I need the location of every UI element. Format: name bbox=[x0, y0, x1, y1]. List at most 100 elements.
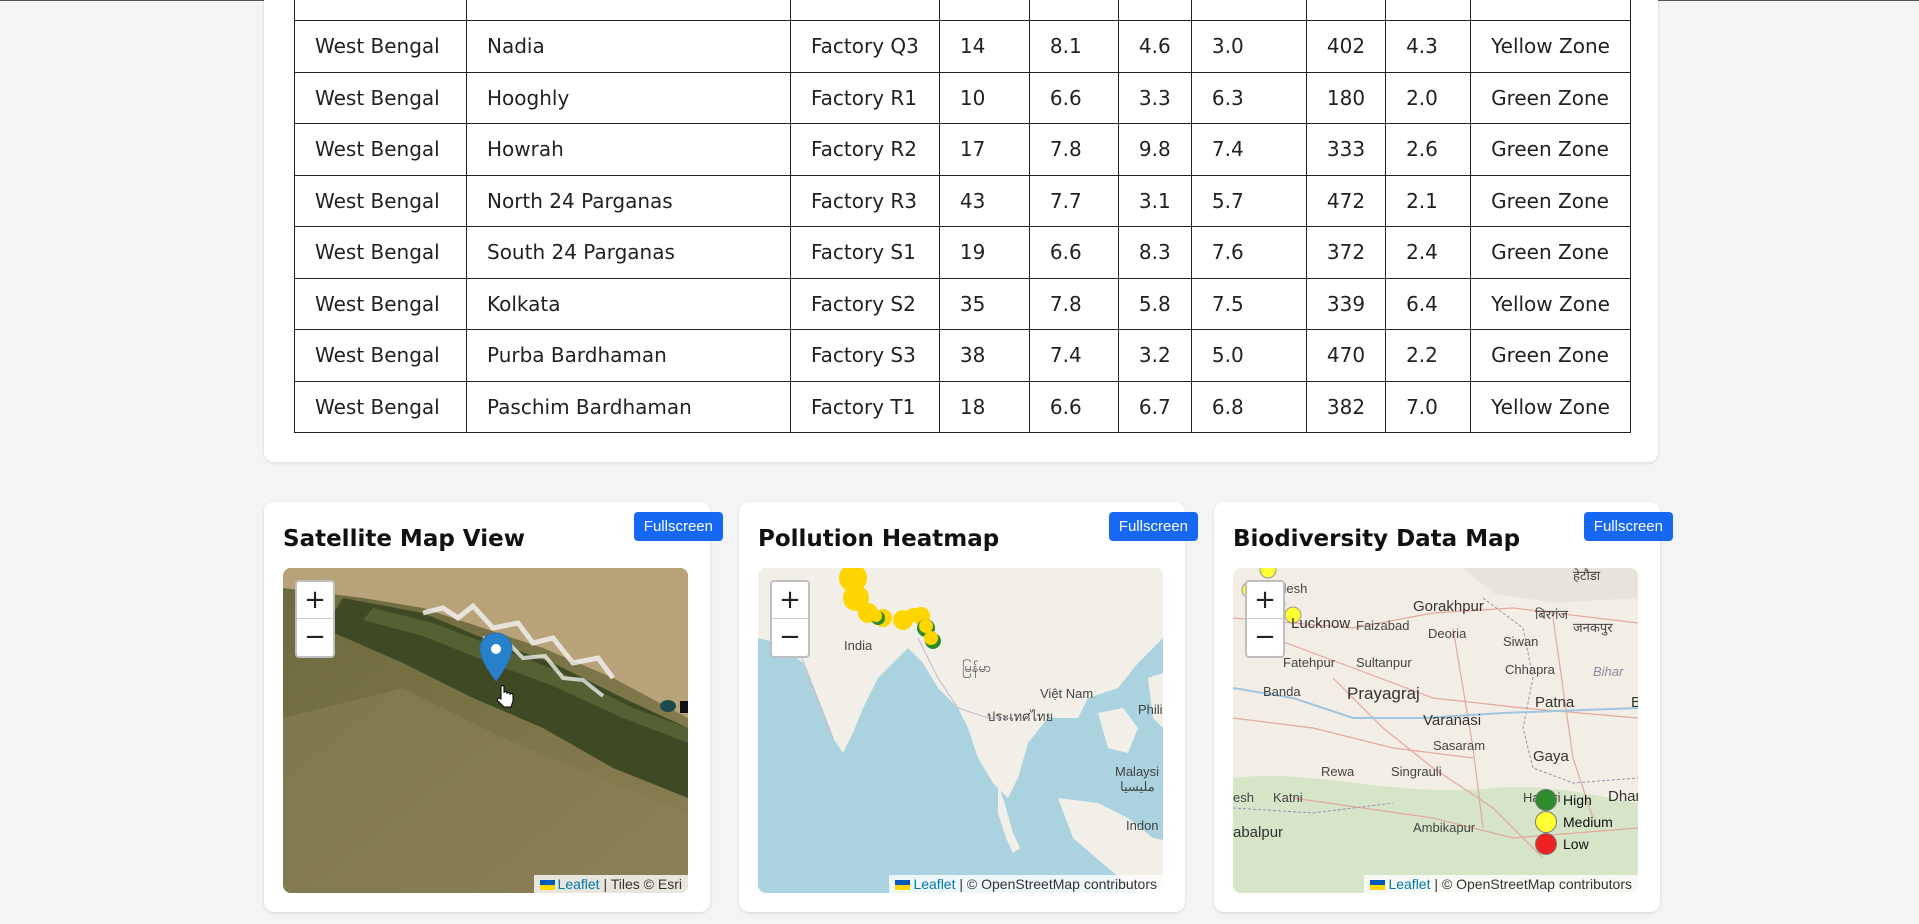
satellite-fullscreen-button[interactable]: Fullscreen bbox=[633, 512, 723, 541]
table-cell: 3.2 bbox=[1117, 329, 1192, 382]
map-label-faizabad: Faizabad bbox=[1356, 618, 1410, 633]
table-cell: Purba Bardhaman bbox=[466, 329, 791, 382]
table-cell: Murshidabad bbox=[466, 0, 791, 21]
map-label-katni: Katni bbox=[1273, 790, 1303, 805]
table-cell: 7.4 bbox=[1190, 123, 1307, 176]
table-cell: 2.1 bbox=[1385, 174, 1472, 227]
table-cell: South 24 Parganas bbox=[466, 226, 791, 279]
map-label-prayagraj: Prayagraj bbox=[1347, 684, 1420, 703]
attribution-text: | © OpenStreetMap contributors bbox=[955, 876, 1157, 892]
table-cell: 7.7 bbox=[1028, 174, 1119, 227]
pollution-heatmap-title: Pollution Heatmap bbox=[758, 526, 1000, 552]
table-cell: Factory R1 bbox=[790, 71, 940, 124]
table-cell: 8.1 bbox=[1028, 20, 1119, 73]
table-cell: 7.8 bbox=[1028, 123, 1119, 176]
table-cell: 17 bbox=[938, 123, 1030, 176]
biodiversity-zoom-out-button[interactable]: − bbox=[1247, 619, 1283, 656]
biodiversity-fullscreen-button[interactable]: Fullscreen bbox=[1583, 512, 1673, 541]
table-cell: Yellow Zone bbox=[1470, 380, 1631, 433]
legend-label: Low bbox=[1563, 836, 1589, 852]
table-cell: 10 bbox=[938, 71, 1030, 124]
heatmap-fullscreen-button[interactable]: Fullscreen bbox=[1108, 512, 1198, 541]
legend-label: High bbox=[1563, 792, 1592, 808]
table-cell: 7.4 bbox=[1028, 329, 1119, 382]
table-cell: Green Zone bbox=[1470, 71, 1631, 124]
table-cell: 7.6 bbox=[1190, 226, 1307, 279]
satellite-attribution: Leaflet | Tiles © Esri bbox=[533, 875, 688, 893]
table-cell: 6.8 bbox=[1190, 380, 1307, 433]
table-cell: West Bengal bbox=[294, 71, 467, 124]
table-cell: 14 bbox=[938, 20, 1030, 73]
table-cell: 402 bbox=[1305, 20, 1387, 73]
map-label-malaysia: Malaysi bbox=[1115, 764, 1160, 779]
table-cell: 6.6 bbox=[1028, 71, 1119, 124]
table-cell: 2.0 bbox=[1385, 71, 1472, 124]
table-cell: 19 bbox=[938, 226, 1030, 279]
map-label-myanmar: မြန်မာ bbox=[962, 660, 992, 675]
map-label-janakpur: जनकपुर bbox=[1573, 620, 1613, 635]
table-cell: 180 bbox=[1305, 71, 1387, 124]
table-cell: 6.3 bbox=[1190, 71, 1307, 124]
table-cell: 43 bbox=[938, 174, 1030, 227]
table-row: West Bengal South 24 Parganas Factory S1 19… bbox=[294, 226, 1631, 279]
leaflet-link[interactable]: Leaflet bbox=[558, 876, 600, 892]
satellite-map[interactable]: + − Leaflet | Tiles © Esri bbox=[283, 568, 688, 893]
map-label-deoria: Deoria bbox=[1428, 626, 1467, 641]
heatmap-zoom-in-button[interactable]: + bbox=[772, 582, 808, 619]
table-cell: Yellow Zone bbox=[1470, 0, 1631, 21]
table-cell: West Bengal bbox=[294, 0, 467, 21]
legend-label: Medium bbox=[1563, 814, 1613, 830]
map-label-vietnam: Việt Nam bbox=[1040, 686, 1094, 701]
pollution-heatmap-map[interactable]: India မြန်မာ Việt Nam ประเทศไทย Phili Ma… bbox=[758, 568, 1163, 893]
table-cell: 3.1 bbox=[1117, 174, 1192, 227]
map-label-philippines: Phili bbox=[1138, 702, 1163, 717]
table-cell: 5.1 bbox=[1190, 0, 1307, 21]
leaflet-link[interactable]: Leaflet bbox=[913, 876, 955, 892]
table-cell: 5.8 bbox=[1117, 277, 1192, 330]
map-label-b: B bbox=[1631, 694, 1638, 711]
ukraine-flag-icon bbox=[539, 880, 555, 891]
heatmap-attribution: Leaflet | © OpenStreetMap contributors bbox=[889, 875, 1163, 893]
ukraine-flag-icon bbox=[895, 880, 911, 891]
biodiversity-map[interactable]: r Pradesh हेटौडा बिरगंज जनकपुर Gorakhpur… bbox=[1233, 568, 1638, 893]
satellite-zoom-in-button[interactable]: + bbox=[297, 582, 333, 619]
table-row: West BengalMurshidabadFactory Q2276.35.5… bbox=[294, 0, 1631, 21]
biodiversity-zoom-in-button[interactable]: + bbox=[1247, 582, 1283, 619]
leaflet-link[interactable]: Leaflet bbox=[1388, 876, 1430, 892]
satellite-map-title: Satellite Map View bbox=[283, 526, 525, 552]
table-cell: 7.5 bbox=[1190, 277, 1307, 330]
satellite-zoom-out-button[interactable]: − bbox=[297, 619, 333, 656]
table-cell: Green Zone bbox=[1470, 226, 1631, 279]
map-label-patna: Patna bbox=[1535, 694, 1575, 711]
satellite-zoom-control: + − bbox=[295, 580, 335, 658]
satellite-map-card: Satellite Map View Fullscreen + − Leafle… bbox=[264, 502, 723, 912]
table-cell: West Bengal bbox=[294, 226, 467, 279]
table-cell: West Bengal bbox=[294, 123, 467, 176]
table-cell: 35 bbox=[938, 277, 1030, 330]
table-cell: Green Zone bbox=[1470, 174, 1631, 227]
table-cell: West Bengal bbox=[294, 20, 467, 73]
table-cell: 9.8 bbox=[1117, 123, 1192, 176]
table-cell: West Bengal bbox=[294, 277, 467, 330]
table-cell: Yellow Zone bbox=[1470, 20, 1631, 73]
map-label-singrauli: Singrauli bbox=[1391, 764, 1442, 779]
table-cell: Yellow Zone bbox=[1470, 277, 1631, 330]
table-cell: Paschim Bardhaman bbox=[466, 380, 791, 433]
table-cell: 382 bbox=[1305, 380, 1387, 433]
map-label-indonesia: Indon bbox=[1126, 818, 1159, 833]
table-cell: 2.4 bbox=[1385, 226, 1472, 279]
table-cell: 7.0 bbox=[1385, 380, 1472, 433]
table-cell: West Bengal bbox=[294, 174, 467, 227]
legend-item-low: Low bbox=[1535, 833, 1613, 855]
heatmap-zoom-out-button[interactable]: − bbox=[772, 619, 808, 656]
table-cell: 372 bbox=[1305, 226, 1387, 279]
table-row: West Bengal Purba Bardhaman Factory S3 38 7.… bbox=[294, 329, 1631, 382]
map-label-lucknow: Lucknow bbox=[1291, 615, 1351, 632]
biodiversity-attribution: Leaflet | © OpenStreetMap contributors bbox=[1364, 875, 1638, 893]
table-cell: Kolkata bbox=[466, 277, 791, 330]
map-label-varanasi: Varanasi bbox=[1423, 712, 1482, 729]
table-row: West Bengal Howrah Factory R2 17 7.8 9.8 7.4 33… bbox=[294, 123, 1631, 176]
table-cell: Factory T1 bbox=[790, 380, 940, 433]
table-cell: 4.3 bbox=[1385, 20, 1472, 73]
map-label-india: India bbox=[844, 638, 873, 653]
